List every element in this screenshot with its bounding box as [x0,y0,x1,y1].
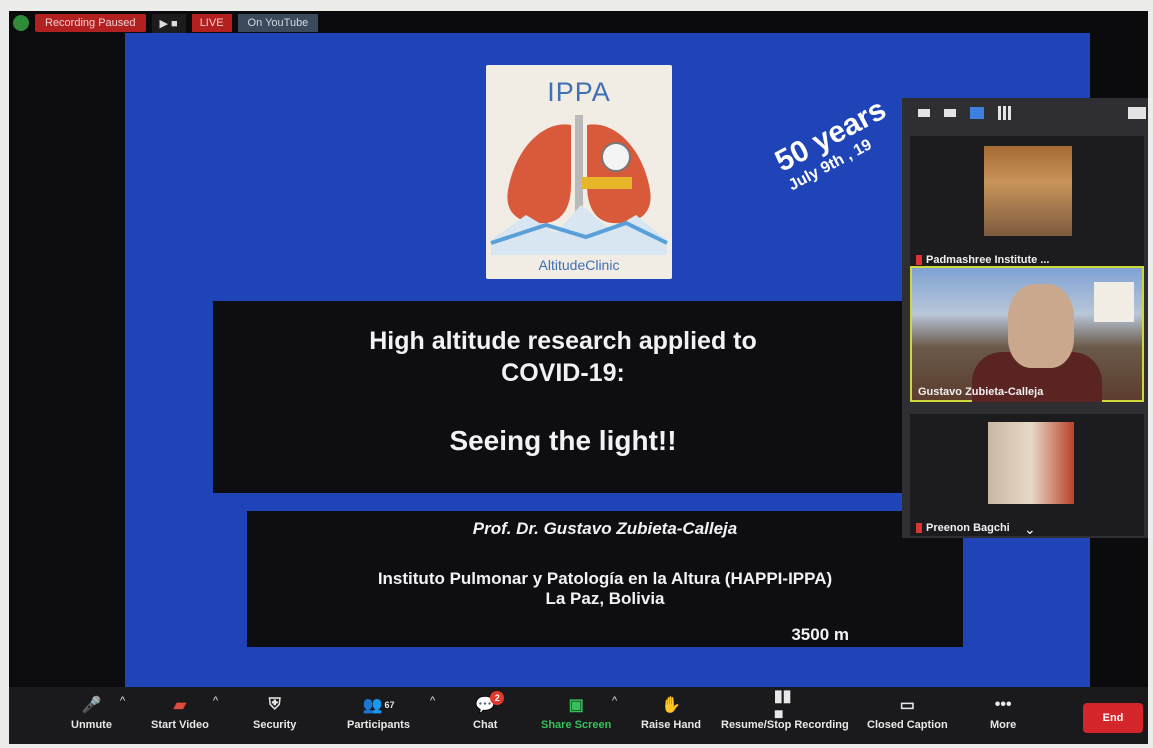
speaker-face [1008,284,1074,368]
participant-name: Padmashree Institute ... [916,254,1049,266]
expand-icon[interactable] [1128,107,1146,119]
minimize-icon[interactable] [918,109,930,117]
meeting-window: Recording Paused ▶ ■ LIVE On YouTube IPP… [9,11,1148,744]
muted-mic-icon [916,523,922,534]
end-meeting-button[interactable]: End [1083,703,1143,733]
participant-video [988,422,1074,504]
slide-margin [9,33,125,703]
altitude-label: 3500 m [791,625,849,644]
video-tile[interactable]: Preenon Bagchi ⌄ [910,414,1144,538]
author-box: Prof. Dr. Gustavo Zubieta-Calleja Instit… [247,511,963,647]
anniversary-stamp: 50 years July 9th , 19 [770,93,900,195]
participants-button[interactable]: 👥 67 Participants [347,695,410,731]
participant-name: Gustavo Zubieta-Calleja [918,386,1044,398]
slide-title-line2: COVID-19: [501,359,625,387]
shield-icon: ⛨ [268,696,281,713]
institute-location: La Paz, Bolivia [545,589,665,608]
chat-icon: 💬 2 [474,691,505,715]
closed-caption-button[interactable]: ▭ Closed Caption [867,695,948,731]
slide-title: High altitude research applied to COVID-… [213,325,913,389]
start-video-button[interactable]: ▰ Start Video [151,695,209,731]
slide-title-line1: High altitude research applied to [369,327,757,355]
chevron-up-icon[interactable]: ^ [430,695,435,707]
author-name: Prof. Dr. Gustavo Zubieta-Calleja [472,519,738,538]
chevron-up-icon[interactable]: ^ [120,695,125,707]
lungs-icon [1094,282,1134,322]
ippa-logo: IPPA AltitudeClinic [486,65,672,279]
institute: Instituto Pulmonar y Patología en la Alt… [247,569,963,609]
chevron-up-icon[interactable]: ^ [213,695,218,707]
title-box: High altitude research applied to COVID-… [213,301,913,493]
institute-name: Instituto Pulmonar y Patología en la Alt… [377,569,833,588]
gallery-view-icon[interactable] [998,106,1012,120]
hide-video-icon[interactable] [944,109,956,117]
closed-caption-icon: ▭ [899,697,915,714]
security-button[interactable]: ⛨ Security [253,695,296,731]
live-badge: LIVE [191,14,232,32]
microphone-muted-icon: 🎤 [81,697,102,714]
pause-stop-icon: ▮▮ ■ [773,688,792,723]
raise-hand-button[interactable]: ✋ Raise Hand [641,695,701,731]
recording-badges: Recording Paused ▶ ■ LIVE On YouTube [9,11,319,35]
video-off-icon: ▰ [173,697,187,714]
share-screen-button[interactable]: ▣ Share Screen [541,695,611,731]
share-screen-icon: ▣ [568,697,584,714]
participants-video-panel: Padmashree Institute ... Gustavo Zubieta… [902,98,1148,538]
unmute-button[interactable]: 🎤 Unmute [71,695,112,731]
chevron-down-icon[interactable]: ⌄ [1024,521,1036,538]
chat-count-badge: 2 [490,691,505,705]
logo-subtitle: AltitudeClinic [538,257,620,273]
panel-view-controls [902,98,1148,128]
raise-hand-icon: ✋ [660,697,681,714]
more-button[interactable]: ••• More [990,695,1016,731]
recording-controls[interactable]: ▶ ■ [151,13,186,33]
participants-icon: 👥 67 [362,697,395,714]
video-tile-active-speaker[interactable]: Gustavo Zubieta-Calleja [910,266,1144,402]
chevron-up-icon[interactable]: ^ [612,695,617,707]
meeting-toolbar: 🎤 Unmute ^ ▰ Start Video ^ ⛨ Security 👥 6… [9,687,1148,744]
more-icon: ••• [994,696,1012,713]
lungs-icon [490,115,668,255]
slide-subtitle: Seeing the light!! [449,425,677,456]
participant-name: Preenon Bagchi [916,522,1010,534]
chat-button[interactable]: 💬 2 Chat [473,691,505,731]
speaker-view-icon[interactable] [970,107,984,119]
resume-stop-recording-button[interactable]: ▮▮ ■ Resume/Stop Recording [721,688,849,731]
live-status-badge[interactable]: On YouTube [237,14,319,32]
video-tile[interactable]: Padmashree Institute ... [910,136,1144,268]
muted-mic-icon [916,255,922,266]
recording-status-badge[interactable]: Recording Paused [35,14,146,32]
security-status-icon [13,15,29,31]
participant-video [984,146,1072,236]
